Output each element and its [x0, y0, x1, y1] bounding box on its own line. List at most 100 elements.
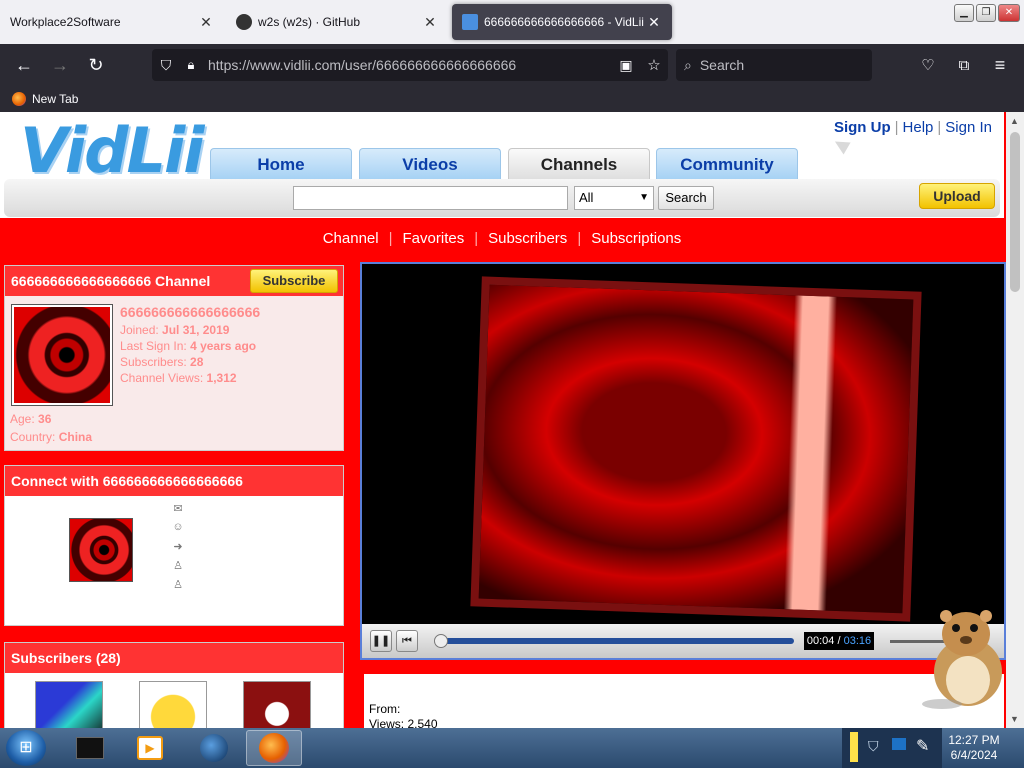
channel-nav-subscriptions[interactable]: Subscriptions: [581, 230, 691, 247]
page-scrollbar[interactable]: ▲ ▼: [1006, 112, 1024, 728]
lock-icon: 🔒︎: [187, 57, 195, 72]
tab-videos[interactable]: Videos: [359, 148, 501, 180]
media-player-icon: ▶: [137, 736, 163, 760]
back-icon[interactable]: ←: [6, 49, 42, 81]
from-label: From:: [369, 702, 401, 716]
channel-title: 666666666666666666 Channel: [11, 273, 211, 289]
scroll-up-icon[interactable]: ▲: [1010, 116, 1019, 126]
vidlii-logo[interactable]: VidLii: [20, 114, 205, 187]
scrollbar-thumb[interactable]: [1010, 132, 1020, 292]
browser-search-field[interactable]: ⌕ Search: [676, 49, 872, 81]
taskbar-app-browser[interactable]: [186, 730, 242, 766]
taskbar-app-terminal[interactable]: [62, 730, 118, 766]
url-bar[interactable]: ⛉ 🔒︎ https://www.vidlii.com/user/6666666…: [152, 49, 668, 81]
top-links: Sign Up | Help | Sign In: [830, 119, 996, 136]
subscriber-avatar[interactable]: [139, 681, 207, 728]
player-controls: ❚❚ ⏮ 00:04 / 03:16: [362, 624, 1004, 658]
subscriber-avatar[interactable]: [35, 681, 103, 728]
channel-nav-subscribers[interactable]: Subscribers: [478, 230, 577, 247]
close-icon[interactable]: ✕: [422, 14, 438, 31]
channel-nav-channel[interactable]: Channel: [313, 230, 389, 247]
duration: 03:16: [843, 635, 872, 647]
username[interactable]: 666666666666666666: [120, 304, 260, 320]
channel-nav-favorites[interactable]: Favorites: [393, 230, 475, 247]
upload-button[interactable]: Upload: [919, 183, 995, 209]
subscribers-value: 28: [190, 355, 204, 369]
extensions-icon[interactable]: ⧉: [946, 49, 982, 81]
seek-bar[interactable]: [438, 638, 794, 644]
hamster-mascot-icon[interactable]: [922, 606, 1006, 710]
signin-link[interactable]: Sign In: [941, 119, 996, 136]
terminal-icon: [76, 737, 104, 759]
last-signin-value: 4 years ago: [190, 339, 257, 353]
subscribers-header: Subscribers (28): [5, 643, 343, 673]
connect-actions: ✉ ☺ ➜ ♙ ♙: [171, 502, 185, 594]
seek-handle[interactable]: [434, 634, 448, 648]
clock-date: 6/4/2024: [950, 748, 998, 762]
pocket-icon[interactable]: ♡: [910, 49, 946, 81]
close-icon[interactable]: ✕: [646, 14, 662, 31]
tab-vidlii[interactable]: 666666666666666666 - VidLii ✕: [452, 4, 672, 40]
menu-icon[interactable]: ≡: [982, 49, 1018, 81]
web-page: VidLii Sign Up | Help | Sign In Home Videos …: [0, 112, 1006, 728]
tab-home[interactable]: Home: [210, 148, 352, 180]
url-text[interactable]: https://www.vidlii.com/user/666666666666…: [202, 57, 612, 73]
start-button[interactable]: ⊞: [6, 730, 46, 766]
browser-nav-bar: ← → ↻ ⛉ 🔒︎ https://www.vidlii.com/user/6…: [0, 44, 1024, 86]
shield-icon[interactable]: ⛉: [152, 49, 180, 81]
site-search-bar: All ▼ Search Upload: [4, 179, 1000, 217]
mail-icon[interactable]: ✉: [171, 502, 185, 518]
bookmarks-bar: New Tab: [0, 86, 1024, 112]
firefox-icon: [12, 92, 26, 106]
video-frame[interactable]: [470, 276, 922, 622]
signup-link[interactable]: Sign Up: [830, 119, 895, 136]
share-icon[interactable]: ➜: [171, 540, 185, 556]
site-header: VidLii Sign Up | Help | Sign In Home Videos …: [0, 112, 1004, 218]
search-icon: ⌕: [684, 56, 692, 73]
skip-back-icon[interactable]: ⏮: [396, 630, 418, 652]
taskbar-app-firefox[interactable]: [246, 730, 302, 766]
maximize-icon[interactable]: ❐: [976, 4, 996, 22]
subscribers-label: Subscribers:: [120, 355, 187, 369]
channel-info-box: 666666666666666666 Channel Subscribe 666…: [4, 265, 344, 451]
bookmark-new-tab[interactable]: New Tab: [32, 92, 78, 106]
bookmark-star-icon[interactable]: ☆: [640, 49, 668, 81]
search-placeholder: Search: [699, 57, 745, 73]
help-link[interactable]: Help: [899, 119, 938, 136]
comment-icon[interactable]: ☺: [171, 521, 185, 537]
taskbar-clock[interactable]: 12:27 PM 6/4/2024: [944, 733, 1004, 763]
tab-github[interactable]: w2s (w2s) · GitHub ✕: [226, 0, 448, 44]
close-window-icon[interactable]: ✕: [998, 4, 1020, 22]
views-line: Views: 2,540: [369, 717, 438, 728]
tab-channels[interactable]: Channels: [508, 148, 650, 182]
reload-icon[interactable]: ↻: [78, 49, 114, 81]
avatar[interactable]: [11, 304, 113, 406]
taskbar-app-media[interactable]: ▶: [122, 730, 178, 766]
security-shield-icon[interactable]: ⛉: [868, 738, 879, 755]
site-search-input[interactable]: [293, 186, 568, 210]
clock-time: 12:27 PM: [948, 733, 1000, 747]
block-user-icon[interactable]: ♙: [171, 578, 185, 594]
window-controls: ▁ ❐ ✕: [954, 4, 1020, 22]
minimize-icon[interactable]: ▁: [954, 4, 974, 22]
network-icon[interactable]: [892, 738, 906, 750]
time-separator: /: [834, 635, 844, 647]
chevron-down-icon: ▼: [639, 192, 649, 203]
site-search-button[interactable]: Search: [658, 186, 714, 210]
pause-icon[interactable]: ❚❚: [370, 630, 392, 652]
forward-icon[interactable]: →: [42, 49, 78, 81]
close-icon[interactable]: ✕: [198, 14, 214, 31]
add-friend-icon[interactable]: ♙: [171, 559, 185, 575]
tab-workplace2software[interactable]: Workplace2Software ✕: [0, 0, 224, 44]
picture-in-picture-icon[interactable]: ▣: [612, 49, 640, 81]
search-category-select[interactable]: All ▼: [574, 186, 654, 210]
subscribe-button[interactable]: Subscribe: [250, 269, 338, 293]
subscriber-avatar[interactable]: [243, 681, 311, 728]
video-player[interactable]: ❚❚ ⏮ 00:04 / 03:16: [360, 262, 1006, 660]
show-hidden-icons[interactable]: [850, 732, 858, 762]
age-value: 36: [38, 412, 52, 426]
notification-icon[interactable]: ✎: [916, 736, 929, 756]
avatar[interactable]: [69, 518, 133, 582]
scroll-down-icon[interactable]: ▼: [1010, 714, 1019, 724]
tab-community[interactable]: Community: [656, 148, 798, 180]
